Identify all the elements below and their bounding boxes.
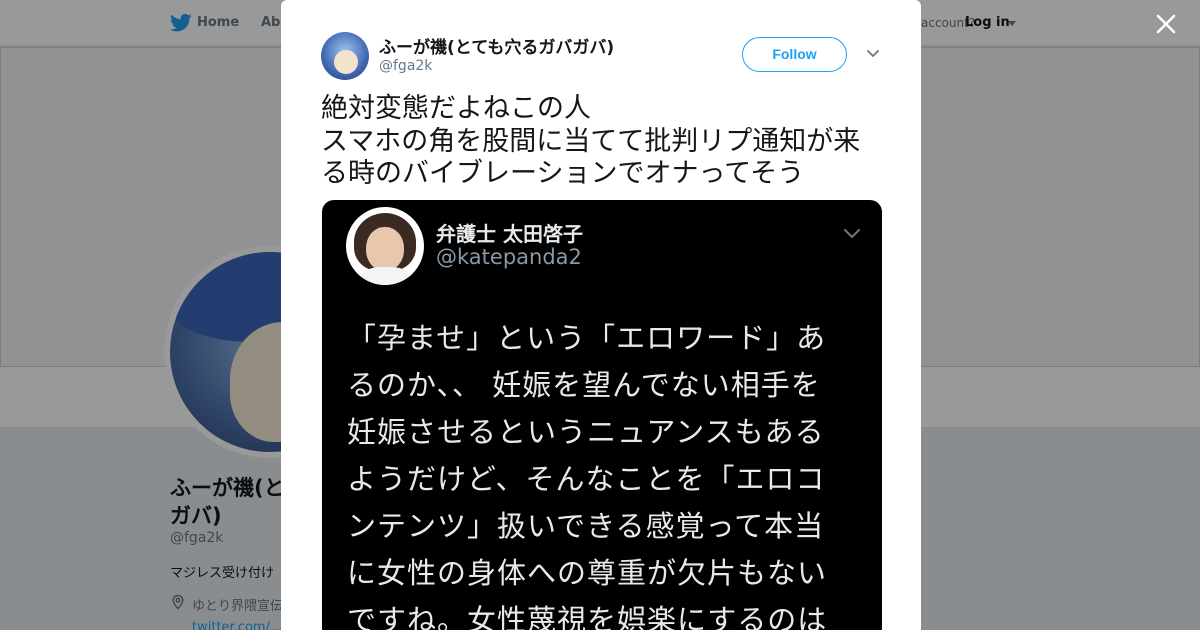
quoted-author-handle: @katepanda2 <box>436 245 582 269</box>
quoted-text-line: るのか、、 妊娠を望んでない相手を <box>347 368 821 402</box>
chevron-down-icon[interactable] <box>866 48 880 58</box>
author-avatar[interactable] <box>321 32 369 80</box>
quoted-author-avatar <box>346 207 424 285</box>
quoted-text-line: 「孕ませ」という「エロワード」あ <box>347 321 827 355</box>
quoted-author-name: 弁護士 太田啓子 <box>436 222 583 246</box>
quoted-text-line: に女性の身体への尊重が欠片もない <box>347 556 828 590</box>
avatar-face-shape <box>334 50 358 74</box>
quoted-text-line: ですね。女性蔑視を娯楽にするのは <box>347 603 828 630</box>
tweet-modal: ふーが禨(とても穴るガバガバ) @fga2k Follow 絶対変態だよねこの人… <box>281 0 921 630</box>
quoted-tweet-text: 「孕ませ」という「エロワード」あ るのか、、 妊娠を望んでない相手を 妊娠させる… <box>347 315 867 630</box>
tweet-text-line: スマホの角を股間に当てて批判リプ通知が来 <box>321 125 861 157</box>
quoted-text-line: 妊娠させるというニュアンスもある <box>347 415 825 449</box>
chevron-down-icon <box>844 229 860 238</box>
quoted-text-line: ンテンツ」扱いできる感覚って本当 <box>347 509 825 543</box>
author-handle[interactable]: @fga2k <box>379 58 432 74</box>
tweet-media-image[interactable]: 弁護士 太田啓子 @katepanda2 「孕ませ」という「エロワード」あ るの… <box>322 200 882 630</box>
author-name[interactable]: ふーが禨(とても穴るガバガバ) <box>379 33 614 58</box>
tweet-text-line: 絶対変態だよねこの人 <box>321 93 591 124</box>
quoted-text-line: ようだけど、そんなことを「エロコ <box>347 462 826 496</box>
close-icon[interactable] <box>1155 13 1177 35</box>
avatar-face-shape <box>366 227 404 271</box>
follow-button[interactable]: Follow <box>742 37 847 72</box>
tweet-text-line: る時のバイブレーションでオナってそう <box>321 158 805 189</box>
tweet-text: 絶対変態だよねこの人 スマホの角を股間に当てて批判リプ通知が来 る時のバイブレー… <box>321 93 891 191</box>
avatar-body-shape <box>360 267 412 285</box>
